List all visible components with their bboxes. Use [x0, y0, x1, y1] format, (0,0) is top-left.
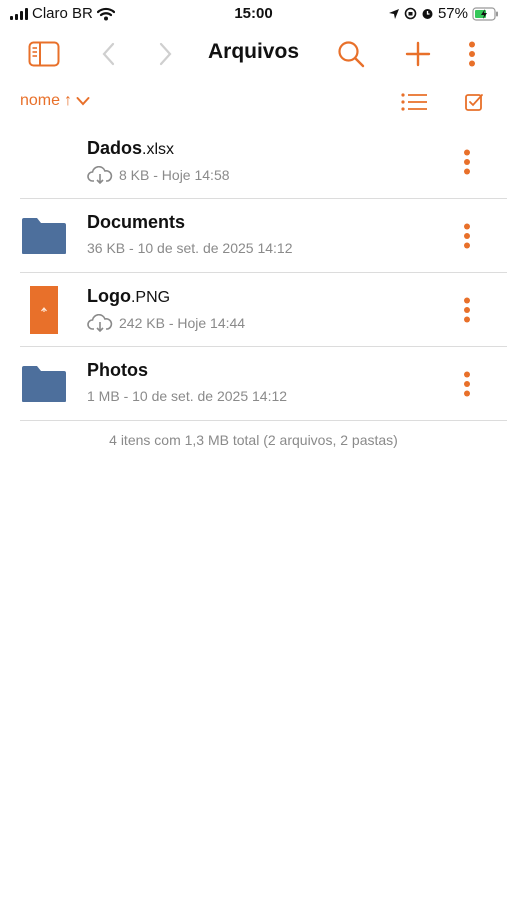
file-name-base: Dados	[87, 138, 143, 158]
sort-direction-icon: ↑	[64, 92, 73, 109]
file-name-ext: .xlsx	[142, 141, 175, 158]
more-vertical-icon	[464, 371, 470, 397]
list-view-button[interactable]	[396, 84, 432, 120]
select-button[interactable]	[456, 84, 492, 120]
divider	[20, 420, 507, 421]
file-name: Logo.PNG	[87, 286, 170, 307]
alarm-icon	[422, 9, 433, 19]
file-details: 1 MB - 10 de set. de 2025 14:12	[87, 388, 288, 404]
orientation-lock-icon	[404, 7, 417, 20]
more-vertical-icon	[464, 223, 470, 249]
list-view-icon	[401, 93, 427, 111]
folder-icon	[22, 366, 66, 402]
search-button[interactable]	[333, 36, 369, 72]
image-thumbnail	[20, 286, 68, 334]
more-vertical-icon	[464, 149, 470, 175]
file-thumbnail	[20, 139, 68, 185]
file-name-base: Photos	[87, 360, 148, 380]
item-more-button[interactable]	[455, 221, 479, 251]
sort-bar: nome ↑	[0, 88, 507, 116]
folder-summary: 4 itens com 1,3 MB total (2 arquivos, 2 …	[109, 432, 398, 448]
cloud-download-icon	[87, 166, 113, 184]
file-list: Dados.xlsx 8 KB - Hoje 14:58 Documents 3…	[0, 125, 507, 421]
file-name: Dados.xlsx	[87, 138, 174, 159]
battery-percent: 57%	[437, 5, 468, 22]
cloud-download-icon	[87, 314, 113, 332]
file-meta: 36 KB - 10 de set. de 2025 14:12	[87, 240, 293, 256]
list-item[interactable]: Photos 1 MB - 10 de set. de 2025 14:12	[0, 347, 507, 421]
file-name-base: Logo	[87, 286, 131, 306]
file-details: 8 KB - Hoje 14:58	[119, 167, 230, 183]
status-right: 57%	[388, 5, 499, 22]
file-name-base: Documents	[87, 212, 186, 232]
more-vertical-icon	[464, 297, 470, 323]
plus-icon	[405, 41, 431, 67]
image-icon	[30, 286, 58, 334]
chevron-down-icon	[76, 97, 90, 106]
file-name-ext: .PNG	[130, 289, 171, 306]
list-item[interactable]: Documents 36 KB - 10 de set. de 2025 14:…	[0, 199, 507, 273]
sort-field-label: nome	[20, 92, 61, 109]
search-icon	[338, 41, 365, 68]
file-details: 242 KB - Hoje 14:44	[119, 315, 246, 331]
add-button[interactable]	[400, 36, 436, 72]
location-arrow-icon	[388, 8, 399, 19]
folder-thumbnail	[20, 361, 68, 407]
file-meta: 242 KB - Hoje 14:44	[87, 314, 245, 332]
file-details: 36 KB - 10 de set. de 2025 14:12	[87, 240, 293, 256]
item-more-button[interactable]	[455, 369, 479, 399]
battery-charging-icon	[472, 6, 498, 21]
folder-icon	[22, 218, 66, 254]
list-item[interactable]: Logo.PNG 242 KB - Hoje 14:44	[0, 273, 507, 347]
more-button[interactable]	[454, 36, 490, 72]
status-bar: Claro BR 15:00 57%	[0, 0, 507, 28]
checkbox-select-icon	[465, 94, 483, 111]
file-meta: 1 MB - 10 de set. de 2025 14:12	[87, 388, 287, 404]
sort-selector[interactable]: nome ↑	[20, 92, 90, 110]
file-meta: 8 KB - Hoje 14:58	[87, 166, 230, 184]
list-item[interactable]: Dados.xlsx 8 KB - Hoje 14:58	[0, 125, 507, 199]
item-more-button[interactable]	[455, 295, 479, 325]
item-more-button[interactable]	[455, 147, 479, 177]
file-name: Photos	[87, 360, 148, 381]
folder-thumbnail	[20, 213, 68, 259]
file-name: Documents	[87, 212, 185, 233]
nav-bar: Arquivos	[0, 32, 507, 76]
more-vertical-icon	[469, 41, 475, 67]
